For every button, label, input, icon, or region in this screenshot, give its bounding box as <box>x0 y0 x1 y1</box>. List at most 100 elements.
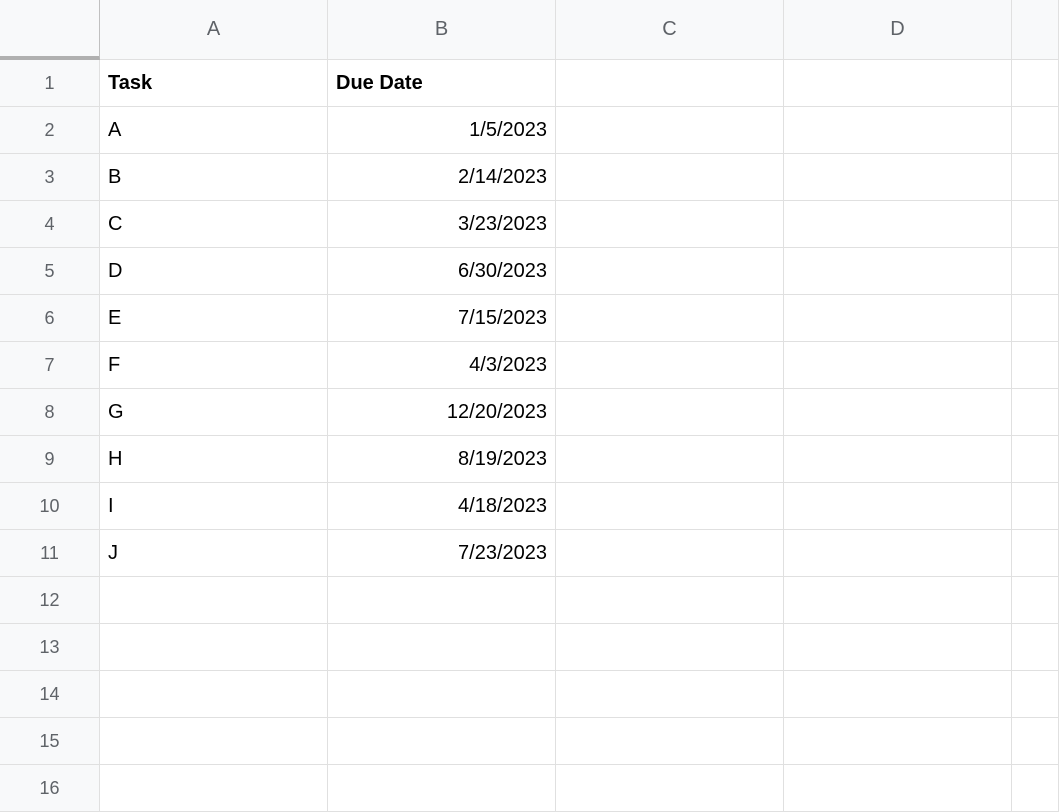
cell-c12[interactable] <box>556 577 784 624</box>
cell-a16[interactable] <box>100 765 328 812</box>
cell-c10[interactable] <box>556 483 784 530</box>
cell-e7[interactable] <box>1012 342 1059 389</box>
column-header-d[interactable]: D <box>784 0 1012 60</box>
cell-c3[interactable] <box>556 154 784 201</box>
cell-d12[interactable] <box>784 577 1012 624</box>
cell-b10[interactable]: 4/18/2023 <box>328 483 556 530</box>
cell-e9[interactable] <box>1012 436 1059 483</box>
cell-a13[interactable] <box>100 624 328 671</box>
cell-b3[interactable]: 2/14/2023 <box>328 154 556 201</box>
row-header-5[interactable]: 5 <box>0 248 100 295</box>
row-header-2[interactable]: 2 <box>0 107 100 154</box>
select-all-corner[interactable] <box>0 0 100 60</box>
cell-a8[interactable]: G <box>100 389 328 436</box>
cell-a3[interactable]: B <box>100 154 328 201</box>
cell-d9[interactable] <box>784 436 1012 483</box>
cell-c15[interactable] <box>556 718 784 765</box>
row-header-9[interactable]: 9 <box>0 436 100 483</box>
cell-a9[interactable]: H <box>100 436 328 483</box>
cell-c4[interactable] <box>556 201 784 248</box>
cell-c11[interactable] <box>556 530 784 577</box>
cell-c14[interactable] <box>556 671 784 718</box>
cell-d6[interactable] <box>784 295 1012 342</box>
cell-a10[interactable]: I <box>100 483 328 530</box>
cell-c8[interactable] <box>556 389 784 436</box>
cell-e11[interactable] <box>1012 530 1059 577</box>
cell-a11[interactable]: J <box>100 530 328 577</box>
cell-a14[interactable] <box>100 671 328 718</box>
cell-c13[interactable] <box>556 624 784 671</box>
cell-c9[interactable] <box>556 436 784 483</box>
row-header-10[interactable]: 10 <box>0 483 100 530</box>
column-header-c[interactable]: C <box>556 0 784 60</box>
cell-a15[interactable] <box>100 718 328 765</box>
row-header-11[interactable]: 11 <box>0 530 100 577</box>
cell-e14[interactable] <box>1012 671 1059 718</box>
cell-d8[interactable] <box>784 389 1012 436</box>
row-header-7[interactable]: 7 <box>0 342 100 389</box>
cell-d14[interactable] <box>784 671 1012 718</box>
row-header-13[interactable]: 13 <box>0 624 100 671</box>
cell-b4[interactable]: 3/23/2023 <box>328 201 556 248</box>
cell-a6[interactable]: E <box>100 295 328 342</box>
cell-a5[interactable]: D <box>100 248 328 295</box>
row-header-16[interactable]: 16 <box>0 765 100 812</box>
cell-b16[interactable] <box>328 765 556 812</box>
cell-b8[interactable]: 12/20/2023 <box>328 389 556 436</box>
cell-b14[interactable] <box>328 671 556 718</box>
cell-e6[interactable] <box>1012 295 1059 342</box>
cell-c2[interactable] <box>556 107 784 154</box>
row-header-15[interactable]: 15 <box>0 718 100 765</box>
cell-a2[interactable]: A <box>100 107 328 154</box>
cell-e8[interactable] <box>1012 389 1059 436</box>
cell-c7[interactable] <box>556 342 784 389</box>
cell-e2[interactable] <box>1012 107 1059 154</box>
cell-e1[interactable] <box>1012 60 1059 107</box>
row-header-12[interactable]: 12 <box>0 577 100 624</box>
cell-c1[interactable] <box>556 60 784 107</box>
cell-b15[interactable] <box>328 718 556 765</box>
cell-a1[interactable]: Task <box>100 60 328 107</box>
column-header-e[interactable] <box>1012 0 1059 60</box>
cell-d3[interactable] <box>784 154 1012 201</box>
cell-b12[interactable] <box>328 577 556 624</box>
cell-c16[interactable] <box>556 765 784 812</box>
cell-b6[interactable]: 7/15/2023 <box>328 295 556 342</box>
cell-e4[interactable] <box>1012 201 1059 248</box>
row-header-3[interactable]: 3 <box>0 154 100 201</box>
row-header-1[interactable]: 1 <box>0 60 100 107</box>
cell-b9[interactable]: 8/19/2023 <box>328 436 556 483</box>
cell-c5[interactable] <box>556 248 784 295</box>
cell-d15[interactable] <box>784 718 1012 765</box>
cell-d4[interactable] <box>784 201 1012 248</box>
cell-d7[interactable] <box>784 342 1012 389</box>
column-header-a[interactable]: A <box>100 0 328 60</box>
cell-d16[interactable] <box>784 765 1012 812</box>
cell-e5[interactable] <box>1012 248 1059 295</box>
cell-d10[interactable] <box>784 483 1012 530</box>
cell-b11[interactable]: 7/23/2023 <box>328 530 556 577</box>
row-header-4[interactable]: 4 <box>0 201 100 248</box>
cell-b13[interactable] <box>328 624 556 671</box>
cell-e3[interactable] <box>1012 154 1059 201</box>
cell-d11[interactable] <box>784 530 1012 577</box>
column-header-b[interactable]: B <box>328 0 556 60</box>
row-header-6[interactable]: 6 <box>0 295 100 342</box>
cell-e16[interactable] <box>1012 765 1059 812</box>
cell-e12[interactable] <box>1012 577 1059 624</box>
cell-e10[interactable] <box>1012 483 1059 530</box>
cell-e13[interactable] <box>1012 624 1059 671</box>
cell-e15[interactable] <box>1012 718 1059 765</box>
cell-b1[interactable]: Due Date <box>328 60 556 107</box>
cell-b7[interactable]: 4/3/2023 <box>328 342 556 389</box>
cell-a12[interactable] <box>100 577 328 624</box>
row-header-14[interactable]: 14 <box>0 671 100 718</box>
cell-b5[interactable]: 6/30/2023 <box>328 248 556 295</box>
cell-a7[interactable]: F <box>100 342 328 389</box>
cell-d1[interactable] <box>784 60 1012 107</box>
cell-d2[interactable] <box>784 107 1012 154</box>
row-header-8[interactable]: 8 <box>0 389 100 436</box>
cell-d13[interactable] <box>784 624 1012 671</box>
cell-b2[interactable]: 1/5/2023 <box>328 107 556 154</box>
cell-c6[interactable] <box>556 295 784 342</box>
